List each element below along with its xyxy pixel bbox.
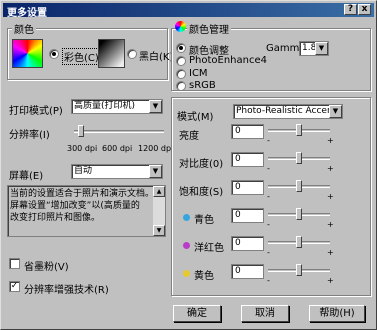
resolution-enhance-label: 分辨率增强技术(R) (24, 285, 109, 296)
adjust-input-2[interactable]: 0 (231, 180, 264, 195)
gamma-select[interactable]: 1.8 ▼ (299, 41, 329, 56)
mode-label: 模式(M) (177, 112, 214, 123)
chevron-down-icon: ▼ (329, 105, 342, 118)
description-scrollbar[interactable]: ▲ ▼ (153, 186, 165, 236)
plus-icon: + (327, 192, 334, 201)
print-mode-select[interactable]: 高质量(打印机) ▼ (71, 99, 163, 114)
adjust-label-1: 对比度(0) (179, 159, 224, 170)
description-box: 当前的设置适合于照片和演示文档。 屏幕设置“增加改变”以(高质量的 改变打印照片… (7, 185, 166, 237)
window-title: 更多设置 (7, 8, 47, 19)
ok-button[interactable]: 确定 (173, 305, 221, 322)
bw-option-label: 黑白(K) (139, 52, 174, 63)
title-bar: 更多设置 ? x (3, 3, 374, 19)
plus-icon: + (327, 136, 334, 145)
chevron-down-icon: ▼ (149, 100, 162, 113)
color-mgmt-label: 颜色管理 (187, 21, 231, 36)
photoenhance-radio[interactable] (176, 56, 186, 66)
minus-icon: - (267, 164, 270, 173)
scroll-down-icon[interactable]: ▼ (153, 225, 165, 236)
color-swatch-icon (12, 39, 43, 68)
color-adjust-radio[interactable] (176, 43, 186, 53)
srgb-label: sRGB (189, 80, 216, 91)
adjust-slider-thumb[interactable] (296, 152, 302, 164)
description-line-1: 当前的设置适合于照片和演示文档。 (10, 189, 152, 199)
color-radio[interactable] (49, 49, 59, 59)
grayscale-swatch-icon (98, 39, 125, 68)
color-dot-icon (183, 270, 190, 277)
photoenhance-label: PhotoEnhance4 (189, 55, 267, 66)
adjust-label-2: 饱和度(S) (179, 187, 224, 198)
plus-icon: + (327, 276, 334, 285)
chevron-down-icon: ▼ (149, 165, 162, 178)
screen-label: 屏幕(E) (9, 171, 44, 182)
plus-icon: + (327, 248, 334, 257)
adjust-input-0[interactable]: 0 (231, 124, 264, 139)
description-line-2: 屏幕设置“增加改变”以(高质量的 (10, 201, 140, 211)
cancel-button[interactable]: 取消 (241, 305, 289, 322)
screen-value: 自动 (74, 166, 93, 176)
resolution-tick-600: 600 dpi (102, 144, 133, 153)
print-mode-label: 打印模式(P) (9, 106, 63, 117)
resolution-track (74, 130, 164, 133)
resolution-label: 分辨率(I) (9, 130, 50, 141)
help-title-button[interactable]: ? (344, 4, 357, 15)
mode-value: Photo-Realistic Accent (236, 106, 337, 116)
close-title-button[interactable]: x (358, 4, 371, 15)
adjust-slider-thumb[interactable] (296, 208, 302, 220)
minus-icon: - (267, 136, 270, 145)
icm-label: ICM (189, 68, 208, 79)
icm-radio[interactable] (176, 69, 186, 79)
save-ink-checkbox[interactable] (9, 258, 20, 269)
scroll-up-icon[interactable]: ▲ (153, 186, 165, 197)
adjust-slider-thumb[interactable] (296, 236, 302, 248)
adjust-label-4: 洋红色 (194, 243, 224, 254)
plus-icon: + (327, 164, 334, 173)
save-ink-label: 省墨粉(V) (24, 262, 69, 273)
adjust-slider-thumb[interactable] (296, 124, 302, 136)
adjust-input-4[interactable]: 0 (231, 236, 264, 251)
adjust-label-3: 青色 (194, 215, 214, 226)
plus-icon: + (327, 220, 334, 229)
adjust-slider-thumb[interactable] (296, 264, 302, 276)
adjust-label-0: 亮度 (179, 131, 199, 142)
resolution-enhance-checkbox[interactable]: ✓ (9, 281, 20, 292)
resolution-slider-thumb[interactable] (78, 125, 84, 137)
help-button[interactable]: 帮助(H) (309, 305, 365, 322)
bw-radio[interactable] (127, 49, 137, 59)
resolution-tick-1200: 1200 dpi (138, 144, 174, 153)
srgb-radio[interactable] (176, 81, 186, 91)
settings-dialog: 更多设置 ? x 颜色 彩色(C) 黑白(K) 颜色管理 颜色调整 PhotoE… (0, 0, 377, 330)
resolution-tick-300: 300 dpi (67, 144, 98, 153)
minus-icon: - (267, 192, 270, 201)
print-mode-value: 高质量(打印机) (74, 101, 136, 111)
chevron-down-icon: ▼ (315, 42, 328, 55)
color-group-label: 颜色 (12, 21, 36, 36)
adjust-label-5: 黄色 (194, 271, 214, 282)
adjust-input-3[interactable]: 0 (231, 208, 264, 223)
adjust-input-1[interactable]: 0 (231, 152, 264, 167)
minus-icon: - (267, 220, 270, 229)
minus-icon: - (267, 276, 270, 285)
color-dot-icon (183, 242, 190, 249)
color-option-label: 彩色(C) (62, 48, 101, 65)
color-wheel-icon (175, 21, 186, 32)
screen-select[interactable]: 自动 ▼ (71, 164, 163, 179)
minus-icon: - (267, 248, 270, 257)
color-dot-icon (183, 214, 190, 221)
description-line-3: 改变打印照片和图像。 (10, 213, 101, 223)
adjust-slider-thumb[interactable] (296, 180, 302, 192)
adjust-input-5[interactable]: 0 (231, 264, 264, 279)
mode-select[interactable]: Photo-Realistic Accent ▼ (233, 104, 343, 119)
